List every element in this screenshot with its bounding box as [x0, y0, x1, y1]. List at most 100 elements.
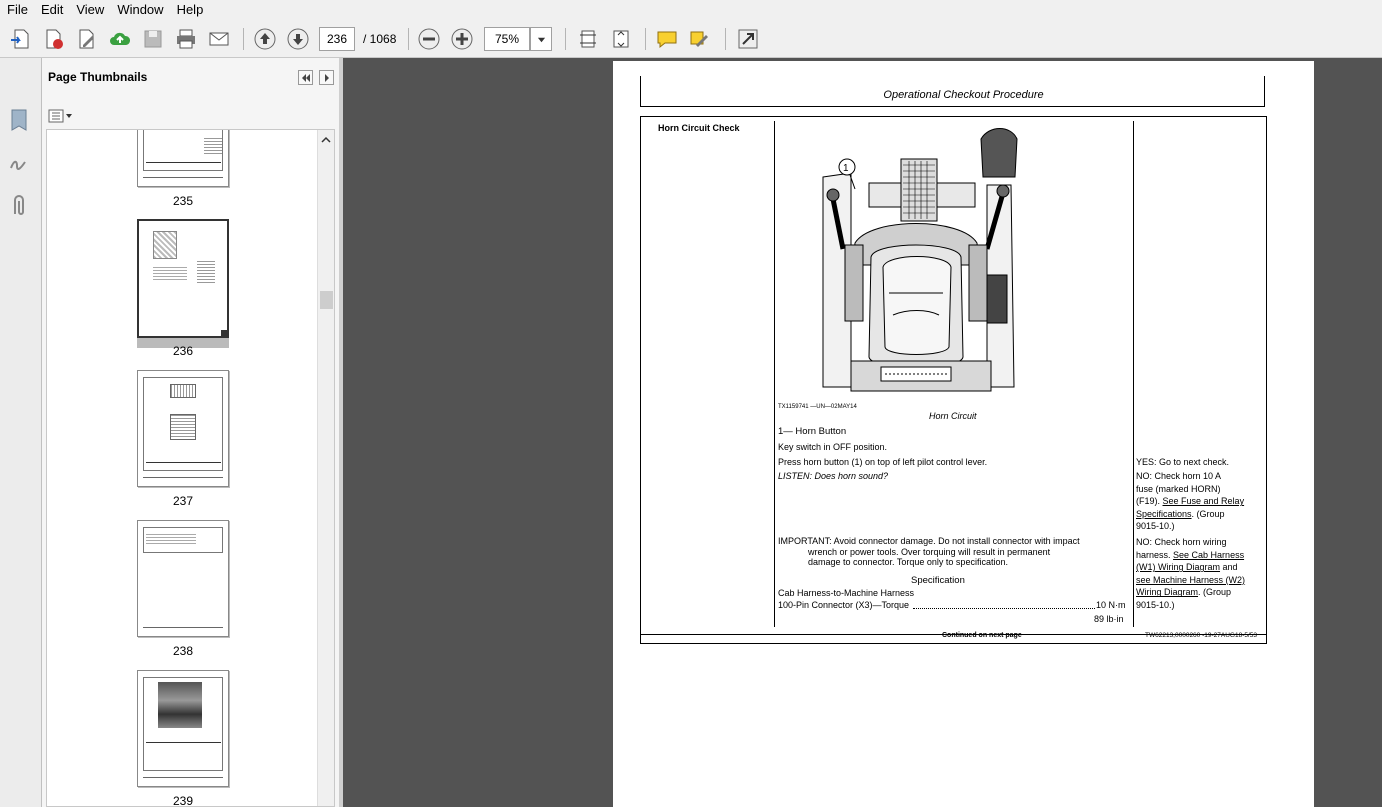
step-3: LISTEN: Does horn sound?: [778, 471, 889, 481]
cab-harness-link[interactable]: (W1) Wiring Diagram: [1136, 562, 1220, 572]
email-icon: [209, 32, 229, 46]
thumbnail-page-236[interactable]: [137, 219, 229, 338]
options-menu-icon: [48, 109, 72, 123]
thumbnail-page-237[interactable]: [137, 370, 229, 487]
menu-help[interactable]: Help: [170, 0, 210, 20]
fit-page-button[interactable]: [575, 26, 601, 52]
panel-header: Page Thumbnails: [42, 58, 339, 98]
thumbnail-label: 238: [172, 644, 194, 658]
section-title: Horn Circuit Check: [658, 123, 740, 133]
thumbnail-scrollbar[interactable]: [317, 130, 334, 806]
cloud-upload-icon: [110, 32, 131, 45]
figure-id: TX1159741 —UN—02MAY14: [778, 404, 857, 410]
print-button[interactable]: [173, 26, 199, 52]
highlight-button[interactable]: [687, 26, 713, 52]
spec-value-2: 89 lb·in: [1094, 614, 1124, 624]
document-view[interactable]: Operational Checkout Procedure Horn Circ…: [343, 58, 1382, 807]
spec-heading: Specification: [911, 575, 965, 586]
collapse-panel-button[interactable]: [298, 70, 313, 85]
create-pdf-button[interactable]: [41, 26, 67, 52]
expand-icon: [738, 29, 758, 49]
comment-button[interactable]: [654, 26, 680, 52]
callout-number: 1: [843, 163, 849, 174]
step-2: Press horn button (1) on top of left pil…: [778, 457, 988, 467]
pdf-page: Operational Checkout Procedure Horn Circ…: [613, 61, 1314, 807]
zoom-out-button[interactable]: [416, 26, 442, 52]
continued-note: Continued on next page: [942, 632, 1022, 639]
menu-bar: File Edit View Window Help: [0, 0, 1382, 20]
edit-pdf-icon: [79, 29, 94, 49]
double-chevron-left-icon: [301, 73, 310, 82]
open-icon: [11, 29, 29, 49]
no-result-wiring: NO: Check horn wiring harness. See Cab H…: [1136, 537, 1246, 610]
spec-value-1: 10 N·m: [1096, 600, 1126, 610]
important-line-2: wrench or power tools. Over torquing wil…: [808, 547, 1051, 557]
zoom-dropdown[interactable]: [530, 27, 552, 51]
plus-icon: [451, 28, 473, 50]
menu-edit[interactable]: Edit: [34, 0, 69, 20]
panel-title: Page Thumbnails: [48, 70, 148, 84]
thumbnail-page-238[interactable]: [137, 520, 229, 637]
previous-page-button[interactable]: [252, 26, 278, 52]
fit-window-button[interactable]: [608, 26, 634, 52]
menu-file[interactable]: File: [0, 0, 34, 20]
fit-width-icon: [580, 30, 596, 48]
page-thumbnails-panel: Page Thumbnails 235 236 237 238 239: [42, 58, 339, 807]
page-number-input[interactable]: 236: [319, 27, 355, 51]
fuse-relay-link[interactable]: Specifications: [1136, 509, 1192, 519]
no-result-fuse: NO: Check horn 10 A fuse (marked HORN) (…: [1136, 471, 1245, 532]
thumbnail-label: 236: [172, 344, 194, 358]
attachments-button[interactable]: [8, 194, 30, 223]
step-1: Key switch in OFF position.: [778, 442, 888, 452]
important-line-1: IMPORTANT: Avoid connector damage. Do no…: [778, 536, 1080, 546]
open-file-button[interactable]: [8, 26, 34, 52]
scrollbar-thumb[interactable]: [320, 291, 333, 309]
chevron-right-icon: [324, 73, 329, 82]
save-icon: [144, 30, 162, 48]
zoom-input[interactable]: 75%: [484, 27, 530, 51]
thumbnail-page-239[interactable]: [137, 670, 229, 787]
menu-window[interactable]: Window: [110, 0, 169, 20]
yes-result: YES: Go to next check.: [1136, 457, 1230, 467]
fuse-relay-link[interactable]: See Fuse and Relay: [1163, 496, 1245, 506]
menu-view[interactable]: View: [69, 0, 110, 20]
next-page-button[interactable]: [285, 26, 311, 52]
create-pdf-icon: [46, 29, 63, 49]
figure-caption: Horn Circuit: [929, 411, 977, 421]
thumbnail-label: 235: [172, 194, 194, 208]
fullscreen-button[interactable]: [735, 26, 761, 52]
upload-button[interactable]: [107, 26, 133, 52]
edit-pdf-button[interactable]: [74, 26, 100, 52]
horn-circuit-illustration: 1: [811, 125, 1021, 397]
spec-line-1: Cab Harness-to-Machine Harness: [778, 588, 915, 598]
thumbnail-preview: [143, 377, 223, 471]
minus-icon: [418, 28, 440, 50]
machine-harness-link[interactable]: see Machine Harness (W2): [1136, 575, 1245, 585]
bookmarks-button[interactable]: [8, 108, 30, 137]
comment-icon: [657, 31, 677, 49]
footer-reference: TW62213,0000260 -19-27AUG18-5/53: [1145, 632, 1258, 639]
machine-harness-link[interactable]: Wiring Diagram: [1136, 587, 1198, 597]
toolbar: 236 / 1068 75%: [0, 20, 1382, 58]
signatures-button[interactable]: [7, 152, 31, 179]
zoom-in-button[interactable]: [449, 26, 475, 52]
navigation-icon-bar: [0, 58, 42, 807]
arrow-down-icon: [287, 28, 309, 50]
thumbnail-preview: [143, 130, 223, 171]
thumbnail-preview: [143, 677, 223, 771]
thumbnail-list: 235 236 237 238 239: [46, 129, 335, 807]
scroll-up-icon: [321, 136, 331, 143]
expand-panel-button[interactable]: [319, 70, 334, 85]
important-line-3: damage to connector. Torque only to spec…: [808, 557, 1008, 567]
callout-legend: 1— Horn Button: [778, 426, 847, 437]
thumbnail-label: 239: [172, 794, 194, 807]
email-button[interactable]: [206, 26, 232, 52]
highlight-icon: [690, 31, 708, 47]
thumbnail-page-235[interactable]: [137, 130, 229, 187]
thumbnail-options-button[interactable]: [48, 108, 74, 124]
thumbnail-preview: [143, 527, 223, 553]
signature-icon: [10, 160, 26, 170]
save-button[interactable]: [140, 26, 166, 52]
bookmark-icon: [11, 109, 27, 131]
cab-harness-link[interactable]: See Cab Harness: [1173, 550, 1244, 560]
